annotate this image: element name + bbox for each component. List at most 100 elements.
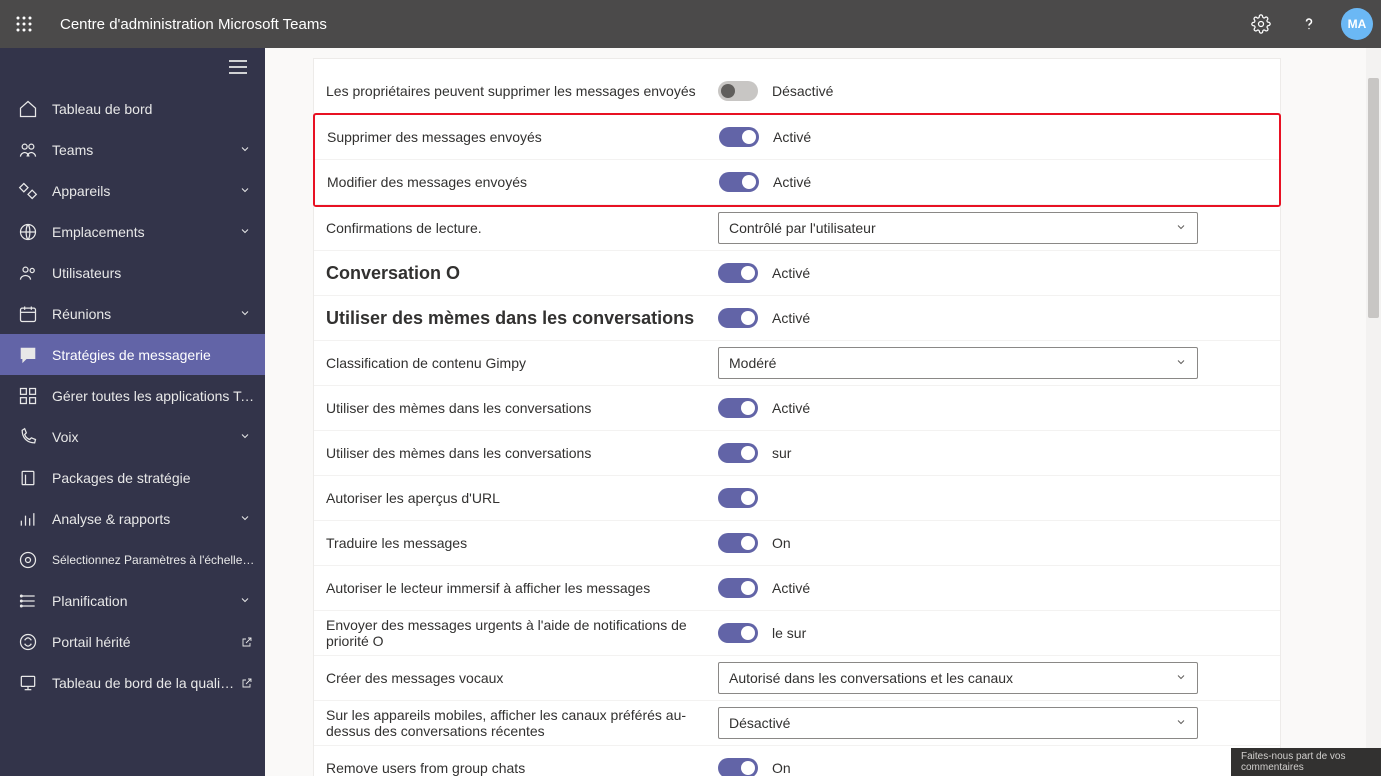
help-icon[interactable] <box>1293 8 1325 40</box>
phone-icon <box>18 427 38 447</box>
setting-control: On <box>718 758 1268 776</box>
sidebar-item-org-settings[interactable]: Sélectionnez Paramètres à l'échelle de l… <box>0 539 265 580</box>
chevron-down-icon <box>239 224 255 240</box>
dropdown-value: Autorisé dans les conversations et les c… <box>729 670 1013 686</box>
toggle-switch[interactable] <box>718 443 758 463</box>
sidebar-item-globe[interactable]: Emplacements <box>0 211 265 252</box>
setting-label: Classification de contenu Gimpy <box>326 355 718 371</box>
scrollbar[interactable] <box>1366 48 1381 776</box>
package-icon <box>18 468 38 488</box>
toggle-switch[interactable] <box>718 263 758 283</box>
quality-icon <box>18 673 38 693</box>
setting-label: Conversation O <box>326 263 718 284</box>
dropdown[interactable]: Contrôlé par l'utilisateur <box>718 212 1198 244</box>
toggle-switch[interactable] <box>718 533 758 553</box>
setting-label: Autoriser le lecteur immersif à afficher… <box>326 580 718 596</box>
setting-row: Conversation OActivé <box>314 251 1280 296</box>
main-content: Les propriétaires peuvent supprimer les … <box>265 48 1381 776</box>
dropdown-value: Contrôlé par l'utilisateur <box>729 220 876 236</box>
sidebar-item-analytics[interactable]: Analyse & rapports <box>0 498 265 539</box>
sidebar-item-teams[interactable]: Teams <box>0 129 265 170</box>
waffle-icon[interactable] <box>8 8 40 40</box>
chevron-down-icon <box>1175 715 1187 731</box>
sidebar-item-phone[interactable]: Voix <box>0 416 265 457</box>
setting-control: Activé <box>718 308 1268 328</box>
feedback-tab[interactable]: Faites-nous part de vos commentaires <box>1231 748 1381 776</box>
chevron-down-icon <box>239 142 255 158</box>
setting-row: Supprimer des messages envoyésActivé <box>315 115 1279 160</box>
setting-row: Traduire les messagesOn <box>314 521 1280 566</box>
chevron-down-icon <box>239 511 255 527</box>
app-title: Centre d'administration Microsoft Teams <box>60 16 327 33</box>
sidebar-item-users[interactable]: Utilisateurs <box>0 252 265 293</box>
toggle-state-label: Activé <box>773 174 811 190</box>
setting-row: Modifier des messages envoyésActivé <box>315 160 1279 205</box>
setting-control: sur <box>718 443 1268 463</box>
sidebar-item-home[interactable]: Tableau de bord <box>0 88 265 129</box>
devices-icon <box>18 181 38 201</box>
sidebar-item-package[interactable]: Packages de stratégie <box>0 457 265 498</box>
setting-control: Autorisé dans les conversations et les c… <box>718 662 1268 694</box>
setting-control: Activé <box>718 398 1268 418</box>
settings-card: Les propriétaires peuvent supprimer les … <box>313 58 1281 776</box>
globe-icon <box>18 222 38 242</box>
setting-label: Utiliser des mèmes dans les conversation… <box>326 400 718 416</box>
settings-icon[interactable] <box>1245 8 1277 40</box>
sidebar-item-calendar[interactable]: Réunions <box>0 293 265 334</box>
dropdown[interactable]: Désactivé <box>718 707 1198 739</box>
analytics-icon <box>18 509 38 529</box>
toggle-switch[interactable] <box>718 578 758 598</box>
toggle-switch[interactable] <box>719 172 759 192</box>
setting-row: Autoriser les aperçus d'URL <box>314 476 1280 521</box>
scrollbar-thumb[interactable] <box>1368 78 1379 318</box>
app-header: Centre d'administration Microsoft Teams … <box>0 0 1381 48</box>
toggle-switch[interactable] <box>718 488 758 508</box>
toggle-switch[interactable] <box>718 398 758 418</box>
toggle-state-label: On <box>772 535 791 551</box>
toggle-state-label: Activé <box>772 310 810 326</box>
toggle-switch[interactable] <box>718 758 758 776</box>
hamburger-icon[interactable] <box>229 60 247 77</box>
sidebar-item-legacy[interactable]: Portail hérité <box>0 621 265 662</box>
dropdown[interactable]: Modéré <box>718 347 1198 379</box>
sidebar-item-planning[interactable]: Planification <box>0 580 265 621</box>
toggle-switch[interactable] <box>719 127 759 147</box>
setting-row: Utiliser des mèmes dans les conversation… <box>314 296 1280 341</box>
setting-label: Utiliser des mèmes dans les conversation… <box>326 445 718 461</box>
teams-icon <box>18 140 38 160</box>
setting-control: Activé <box>718 578 1268 598</box>
legacy-icon <box>18 632 38 652</box>
toggle-state-label: Activé <box>772 400 810 416</box>
setting-label: Supprimer des messages envoyés <box>327 129 719 145</box>
sidebar-item-label: Tableau de bord de la qualité des appels <box>52 675 235 691</box>
apps-icon <box>18 386 38 406</box>
setting-control: Activé <box>719 127 1267 147</box>
sidebar-item-quality[interactable]: Tableau de bord de la qualité des appels <box>0 662 265 703</box>
sidebar-item-devices[interactable]: Appareils <box>0 170 265 211</box>
sidebar-item-label: Utilisateurs <box>52 265 255 281</box>
setting-control: Contrôlé par l'utilisateur <box>718 212 1268 244</box>
setting-label: Utiliser des mèmes dans les conversation… <box>326 308 718 329</box>
setting-row: Remove users from group chatsOn <box>314 746 1280 776</box>
chevron-down-icon <box>239 183 255 199</box>
setting-control: le sur <box>718 623 1268 643</box>
sidebar-item-chat[interactable]: Stratégies de messagerie <box>0 334 265 375</box>
setting-label: Créer des messages vocaux <box>326 670 718 686</box>
dropdown[interactable]: Autorisé dans les conversations et les c… <box>718 662 1198 694</box>
toggle-state-label: sur <box>772 445 791 461</box>
chevron-down-icon <box>239 429 255 445</box>
sidebar-item-label: Teams <box>52 142 239 158</box>
toggle-switch[interactable] <box>718 81 758 101</box>
sidebar-item-apps[interactable]: Gérer toutes les applications Teams <box>0 375 265 416</box>
external-link-icon <box>241 676 255 690</box>
chevron-down-icon <box>1175 670 1187 686</box>
dropdown-value: Modéré <box>729 355 776 371</box>
chevron-down-icon <box>1175 355 1187 371</box>
toggle-state-label: le sur <box>772 625 806 641</box>
toggle-switch[interactable] <box>718 308 758 328</box>
sidebar: Tableau de bord Teams AppareilsEmplacement… <box>0 48 265 776</box>
user-avatar[interactable]: MA <box>1341 8 1373 40</box>
toggle-state-label: On <box>772 760 791 776</box>
toggle-switch[interactable] <box>718 623 758 643</box>
setting-label: Sur les appareils mobiles, afficher les … <box>326 707 718 739</box>
